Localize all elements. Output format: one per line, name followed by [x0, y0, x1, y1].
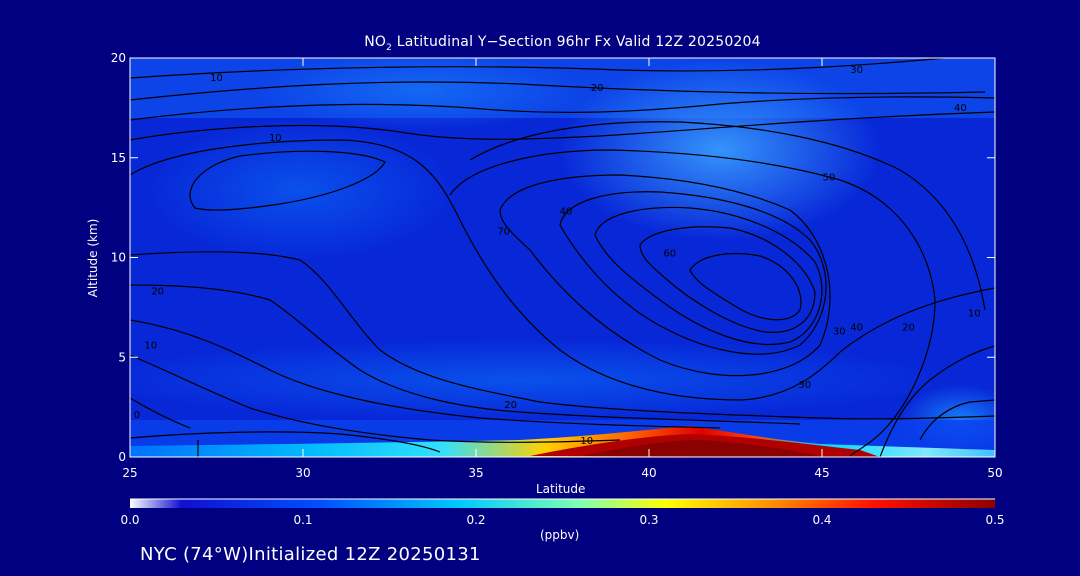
contour-label: 20	[151, 286, 164, 297]
y-tick-label: 20	[111, 51, 126, 65]
contour-label: 10	[580, 436, 593, 447]
contour-label: 40	[850, 322, 863, 333]
footer-caption: NYC (74°W)Initialized 12Z 20250131	[140, 544, 481, 565]
colorbar-tick-label: 0.0	[120, 513, 139, 527]
y-tick-label: 5	[118, 350, 126, 364]
x-tick-label: 30	[295, 466, 310, 480]
contour-label: 0	[134, 410, 140, 421]
y-tick-label: 15	[111, 151, 126, 165]
contour-label: 30	[850, 65, 863, 76]
contour-label: 10	[210, 73, 223, 84]
contour-label: 50	[823, 173, 836, 184]
colorbar-tick-label: 0.1	[293, 513, 312, 527]
contour-label: 10	[144, 340, 157, 351]
contour-label: 40	[954, 103, 967, 114]
contour-label: 10	[968, 308, 981, 319]
colorbar-unit: (ppbv)	[540, 528, 580, 542]
contour-label: 20	[591, 83, 604, 94]
concentration-field	[130, 58, 995, 457]
x-tick-label: 25	[122, 466, 137, 480]
contour-label: 30	[833, 326, 846, 337]
contour-label: 70	[497, 227, 510, 238]
contour-label: 20	[902, 322, 915, 333]
colorbar	[130, 499, 995, 508]
colorbar-tick-label: 0.4	[812, 513, 831, 527]
colorbar-ticks: 0.0 0.1 0.2 0.3 0.4 0.5	[120, 513, 1004, 527]
x-tick-label: 35	[468, 466, 483, 480]
colorbar-tick-label: 0.3	[639, 513, 658, 527]
contour-label: 60	[663, 249, 676, 260]
contour-label: 10	[269, 133, 282, 144]
colorbar-tick-label: 0.2	[466, 513, 485, 527]
x-axis-label: Latitude	[536, 482, 586, 496]
contour-label: 20	[504, 400, 517, 411]
contour-label: 30	[798, 380, 811, 391]
y-tick-label: 0	[118, 450, 126, 464]
x-tick-label: 40	[641, 466, 656, 480]
contour-label: 40	[560, 207, 573, 218]
y-tick-label: 10	[111, 251, 126, 265]
x-tick-label: 45	[814, 466, 829, 480]
y-axis-label: Altitude (km)	[86, 218, 100, 298]
colorbar-tick-label: 0.5	[985, 513, 1004, 527]
x-tick-label: 50	[987, 466, 1002, 480]
